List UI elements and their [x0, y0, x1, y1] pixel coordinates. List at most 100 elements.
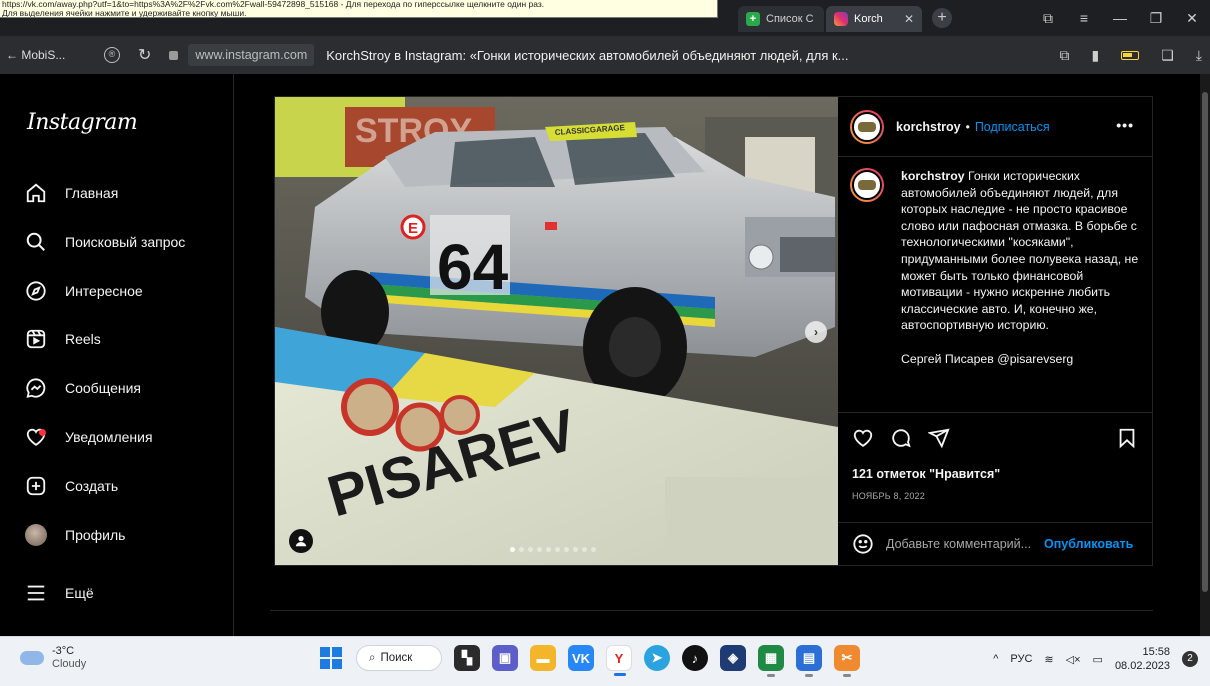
maximize-button[interactable]: ❐	[1138, 10, 1174, 27]
caption-text: korchstroy Гонки исторических автомобиле…	[901, 168, 1141, 367]
sidebar-item-create[interactable]: Создать	[25, 472, 118, 500]
follow-button[interactable]: Подписаться	[975, 120, 1050, 134]
copy-icon[interactable]: ⧉	[1030, 10, 1066, 27]
weather-condition: Cloudy	[52, 658, 87, 670]
address-bar: ← MobiS... ® ↻ www.instagram.com KorchSt…	[0, 36, 1210, 74]
word-icon[interactable]: ▤	[796, 645, 822, 677]
task-view-icon[interactable]: ▚	[454, 645, 480, 671]
clock[interactable]: 15:58 08.02.2023	[1115, 645, 1170, 673]
close-window-button[interactable]: ✕	[1174, 10, 1210, 27]
comment-input[interactable]: Добавьте комментарий...	[886, 537, 1036, 551]
snipping-tool-icon[interactable]: ✂	[834, 645, 860, 677]
sidebar: Instagram Главная Поисковый запрос Интер…	[0, 74, 234, 636]
carousel-dots	[510, 547, 596, 552]
sidebar-item-label: Интересное	[65, 283, 143, 299]
sidebar-item-profile[interactable]: Профиль	[25, 521, 125, 549]
sidebar-item-home[interactable]: Главная	[25, 179, 118, 207]
search-label: Поиск	[380, 652, 413, 664]
yandex-browser-icon[interactable]: Y	[606, 645, 632, 676]
chevron-up-icon[interactable]: ^	[993, 653, 998, 665]
sidebar-item-reels[interactable]: Reels	[25, 325, 101, 353]
menu-icon[interactable]: ≡	[1066, 10, 1102, 26]
weather-temp: -3°C	[52, 645, 75, 657]
likes-count[interactable]: 121 отметок "Нравится"	[852, 467, 1000, 481]
author-username[interactable]: korchstroy	[896, 120, 961, 134]
more-options-icon[interactable]: •••	[1116, 117, 1134, 133]
emoji-icon[interactable]	[852, 533, 874, 555]
race-car-photo: STROY CLASSICGARAGE 64 E PISAREV	[275, 97, 838, 565]
share-icon[interactable]: ⧉	[1060, 47, 1070, 64]
caption-signature: Сергей Писарев @pisarevserg	[901, 351, 1074, 366]
green-plus-icon: +	[746, 12, 760, 26]
security-icon[interactable]: ◈	[720, 645, 746, 671]
author-avatar[interactable]	[850, 109, 884, 144]
bookmark-icon[interactable]: ▮	[1092, 47, 1100, 64]
instagram-logo[interactable]: Instagram	[27, 110, 138, 135]
minimize-button[interactable]: —	[1102, 10, 1138, 26]
battery-saver-icon[interactable]	[1121, 50, 1140, 60]
comment-icon[interactable]	[890, 427, 912, 454]
sidebar-item-search[interactable]: Поисковый запрос	[25, 228, 185, 256]
messenger-icon	[25, 377, 47, 399]
sidebar-item-label: Поисковый запрос	[65, 234, 186, 250]
weather-widget[interactable]: -3°C Cloudy	[20, 645, 86, 670]
extensions-icon[interactable]: ❏	[1161, 47, 1174, 64]
post-card: STROY CLASSICGARAGE 64 E PISAREV › korch…	[274, 96, 1153, 566]
post-photo[interactable]: STROY CLASSICGARAGE 64 E PISAREV ›	[275, 97, 838, 565]
wifi-icon[interactable]: ≋	[1044, 653, 1053, 666]
telegram-icon[interactable]: ➤	[644, 645, 670, 671]
browser-titlebar: https://vk.com/away.php?utf=1&to=https%3…	[0, 0, 1210, 36]
carousel-dot	[537, 547, 542, 552]
caption-username[interactable]: korchstroy	[901, 169, 965, 183]
vk-icon[interactable]: VK	[568, 645, 594, 671]
separator-dot: •	[965, 119, 970, 134]
sidebar-item-label: Профиль	[65, 527, 126, 543]
save-icon[interactable]	[1116, 427, 1138, 454]
windows-taskbar: -3°C Cloudy ⌕ Поиск ▚ ▣ ▬ VK Y ➤ ♪ ◈ ▦ ▤ …	[0, 636, 1210, 686]
tiktok-icon[interactable]: ♪	[682, 645, 708, 671]
notification-dot	[39, 429, 46, 436]
protect-icon[interactable]: ®	[104, 47, 120, 63]
publish-button[interactable]: Опубликовать	[1044, 537, 1133, 551]
back-button[interactable]: ← MobiS...	[6, 48, 86, 62]
notification-center-badge[interactable]: 2	[1182, 651, 1198, 667]
carousel-next-button[interactable]: ›	[805, 321, 827, 343]
tab-instagram[interactable]: Korch ✕	[826, 6, 922, 32]
close-tab-icon[interactable]: ✕	[904, 12, 914, 26]
windows-start-icon[interactable]	[318, 645, 344, 671]
scrollbar-thumb[interactable]	[1202, 92, 1208, 592]
lock-icon[interactable]	[169, 50, 179, 60]
new-tab-button[interactable]: +	[932, 8, 952, 28]
url-host[interactable]: www.instagram.com	[188, 44, 315, 66]
volume-icon[interactable]: ◁×	[1066, 653, 1081, 666]
sidebar-item-label: Создать	[65, 478, 119, 494]
page-title[interactable]: KorchStroy в Instagram: «Гонки историчес…	[326, 48, 946, 63]
excel-icon[interactable]: ▦	[758, 645, 784, 677]
menu-icon	[25, 582, 47, 604]
language-indicator[interactable]: РУС	[1010, 653, 1032, 665]
sidebar-item-notifications[interactable]: Уведомления	[25, 423, 153, 451]
share-icon[interactable]	[926, 427, 950, 454]
battery-icon[interactable]: ▭	[1093, 653, 1103, 666]
post-date: НОЯБРЬ 8, 2022	[852, 491, 925, 501]
sidebar-item-label: Сообщения	[65, 380, 141, 396]
tagged-users-button[interactable]	[289, 529, 313, 553]
carousel-dot	[510, 547, 515, 552]
download-icon[interactable]: ⤓	[1196, 47, 1202, 64]
taskbar-apps: ⌕ Поиск ▚ ▣ ▬ VK Y ➤ ♪ ◈ ▦ ▤ ✂	[318, 645, 860, 677]
sidebar-item-messages[interactable]: Сообщения	[25, 374, 141, 402]
file-explorer-icon[interactable]: ▬	[530, 645, 556, 671]
sidebar-item-explore[interactable]: Интересное	[25, 277, 143, 305]
tab-list[interactable]: + Список С	[738, 6, 824, 32]
sidebar-item-more[interactable]: Ещё	[25, 579, 94, 607]
link-tooltip: https://vk.com/away.php?utf=1&to=https%3…	[0, 0, 718, 18]
caption-avatar[interactable]	[850, 168, 884, 202]
page-scrollbar[interactable]	[1200, 74, 1210, 636]
like-icon[interactable]	[852, 427, 874, 454]
clock-time: 15:58	[1142, 646, 1170, 658]
reload-icon[interactable]: ↻	[138, 45, 151, 65]
reels-icon	[25, 328, 47, 350]
system-tray: ^ РУС ≋ ◁× ▭ 15:58 08.02.2023 2	[993, 645, 1198, 673]
teams-icon[interactable]: ▣	[492, 645, 518, 671]
taskbar-search[interactable]: ⌕ Поиск	[356, 645, 442, 671]
